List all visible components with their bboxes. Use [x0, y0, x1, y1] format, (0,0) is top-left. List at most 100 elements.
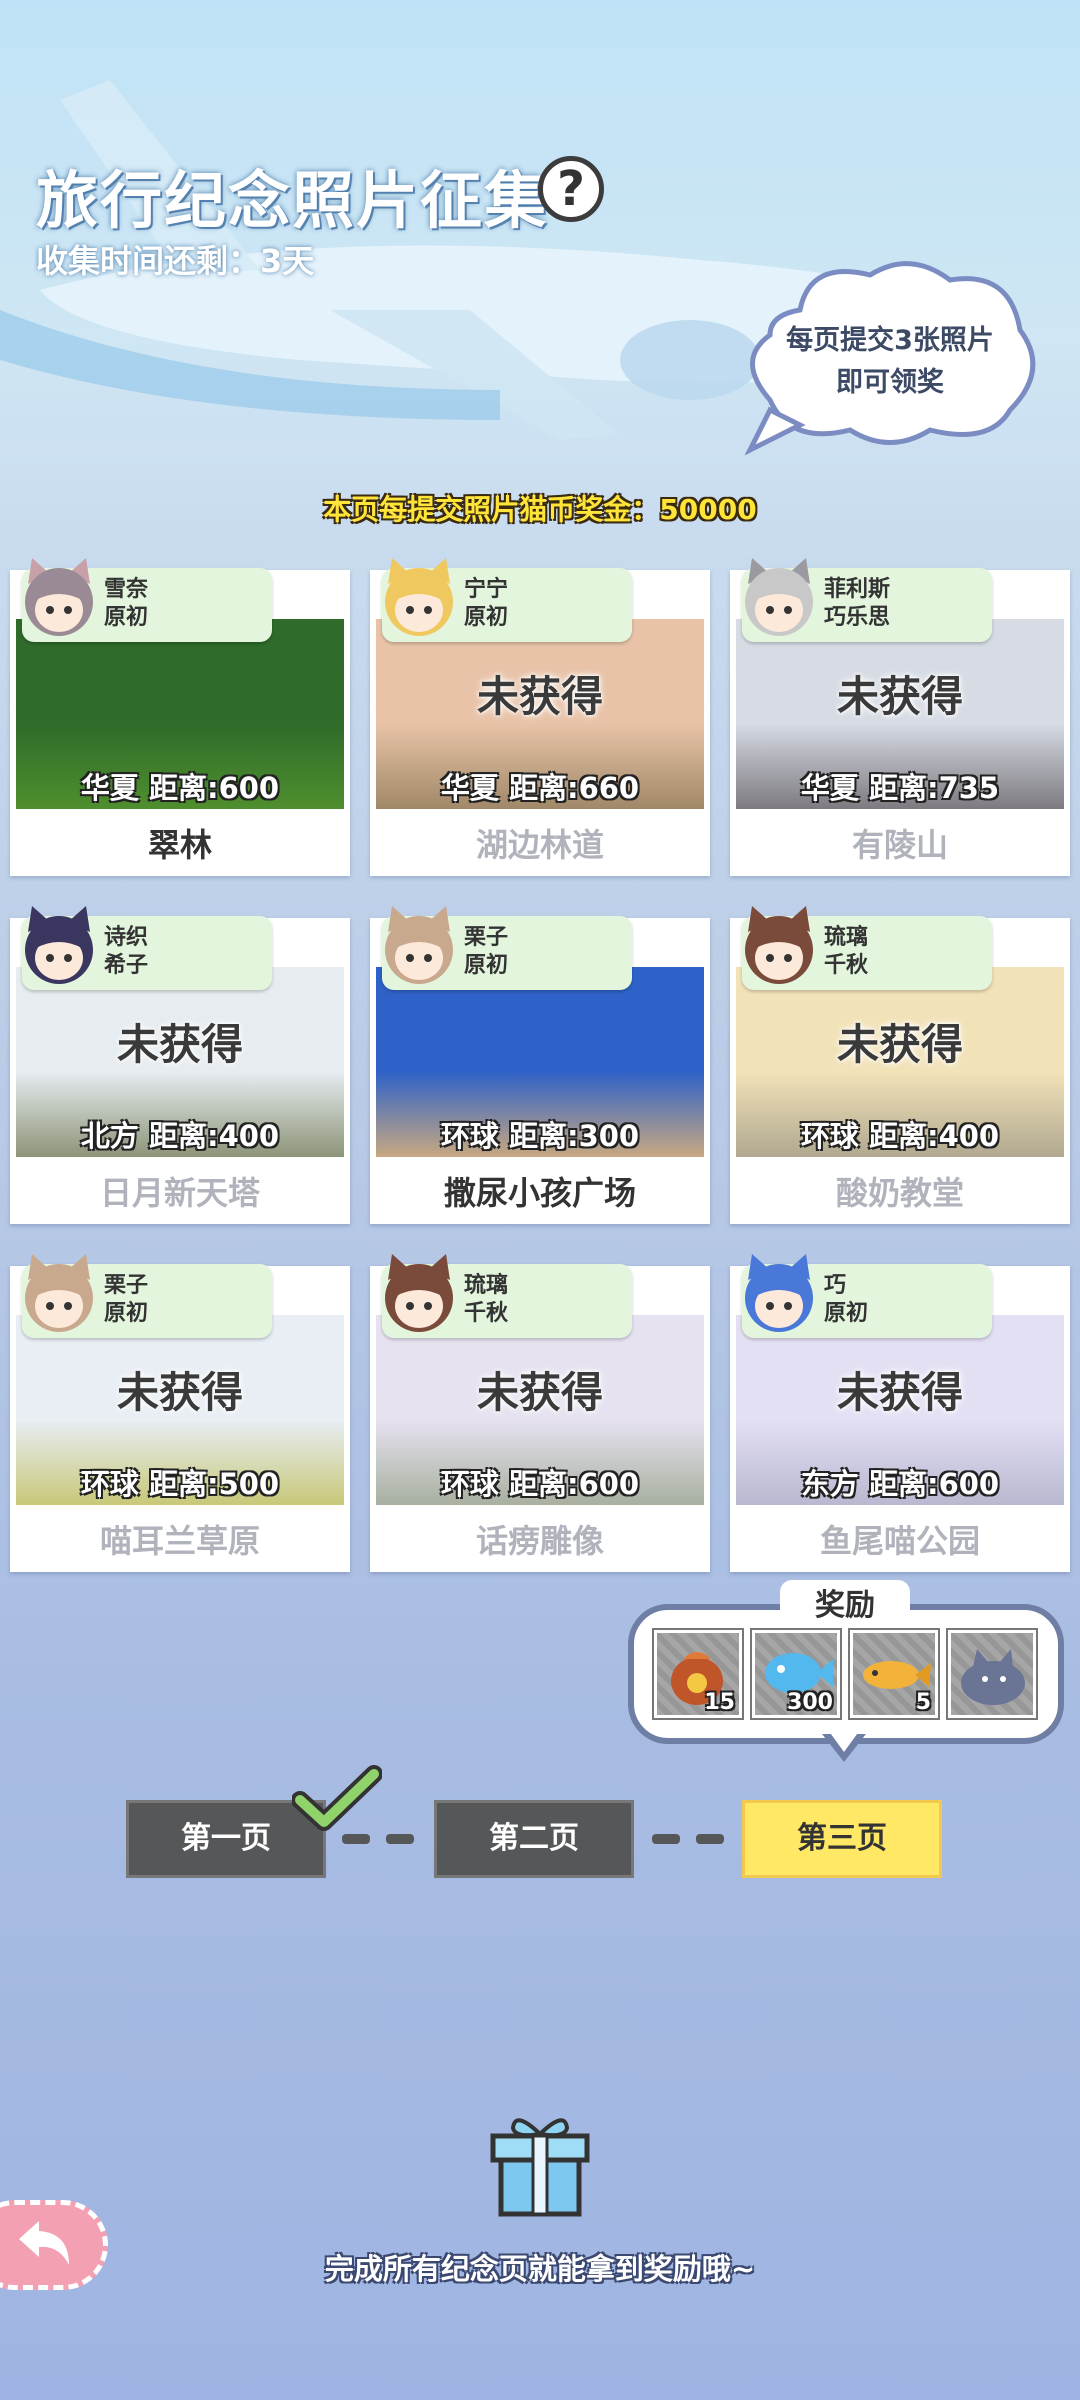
photo-thumbnail: 未获得华夏 距离:735	[736, 619, 1064, 809]
page-connector	[696, 1834, 724, 1844]
distance-label: 华夏 距离:660	[440, 771, 640, 805]
photo-card[interactable]: 未获得 华夏 距离:735 菲利斯 巧乐思 有陵山	[730, 558, 1070, 876]
photo-card[interactable]: 未获得 东方 距离:600 巧原初 鱼尾喵公园	[730, 1254, 1070, 1572]
character-name-line1: 诗织	[104, 925, 149, 950]
character-name: 栗子 原初	[464, 924, 508, 980]
character-avatar-icon	[385, 558, 453, 636]
place-name: 鱼尾喵公园	[819, 1522, 980, 1560]
character-avatar-icon	[745, 1254, 813, 1332]
photo-card[interactable]: 华夏 距离:600 雪奈 原初翠林	[10, 558, 350, 876]
tip-cloud-text: 每页提交3张照片 即可领奖	[740, 320, 1040, 404]
character-avatar-icon	[25, 906, 93, 984]
character-tag: 巧原初	[742, 1254, 992, 1338]
distance-label: 北方 距离:400	[80, 1119, 280, 1153]
photo-card[interactable]: 未获得 环球 距离:600 琉璃 千秋 话痨雕像	[370, 1254, 710, 1572]
character-name-line1: 栗子	[464, 925, 509, 950]
character-tag: 雪奈 原初	[22, 558, 272, 642]
not-obtained-label: 未获得	[836, 1020, 963, 1069]
place-name: 话痨雕像	[475, 1522, 604, 1560]
place-name: 湖边林道	[475, 826, 604, 864]
time-remaining: 收集时间还剩：3天	[36, 242, 315, 280]
character-name-line1: 宁宁	[464, 577, 509, 602]
character-avatar-icon	[25, 558, 93, 636]
distance-label: 华夏 距离:735	[800, 771, 1000, 805]
not-obtained-label: 未获得	[116, 1020, 243, 1069]
footer-hint: 完成所有纪念页就能拿到奖励哦~	[324, 2252, 756, 2286]
distance-label: 环球 距离:600	[440, 1467, 640, 1501]
character-name-line1: 巧	[824, 1273, 847, 1298]
place-name: 有陵山	[851, 826, 948, 864]
distance-label: 环球 距离:300	[440, 1119, 640, 1153]
character-avatar-icon	[25, 1254, 93, 1332]
place-name: 喵耳兰草原	[99, 1522, 260, 1560]
character-tag: 栗子 原初	[22, 1254, 272, 1338]
photo-thumbnail: 未获得东方 距离:600	[736, 1315, 1064, 1505]
gift-box-icon[interactable]	[485, 2110, 595, 2220]
reward-slot-blue-fish[interactable]: 300	[752, 1630, 840, 1718]
not-obtained-label: 未获得	[836, 1368, 963, 1417]
character-avatar-icon	[745, 558, 813, 636]
photo-card[interactable]: 未获得 北方 距离:400 诗织 希子 日月新天塔	[10, 906, 350, 1224]
character-name: 诗织 希子	[104, 924, 148, 980]
not-obtained-label: 未获得	[836, 672, 963, 721]
bonus-banner: 本页每提交照片猫币奖金：50000	[323, 493, 757, 526]
character-name-line2: 希子	[104, 953, 149, 978]
photo-thumbnail: 未获得环球 距离:400	[736, 967, 1064, 1157]
photo-thumbnail: 环球 距离:300	[376, 967, 704, 1157]
character-avatar-icon	[745, 906, 813, 984]
reward-count: 5	[915, 1690, 931, 1715]
place-name: 翠林	[147, 826, 212, 864]
character-avatar-icon	[385, 1254, 453, 1332]
character-name-line2: 千秋	[464, 1301, 509, 1326]
page-connector	[652, 1834, 680, 1844]
character-tag: 琉璃 千秋	[382, 1254, 632, 1338]
photo-card[interactable]: 环球 距离:300 栗子 原初 撒尿小孩广场	[370, 906, 710, 1224]
character-tag: 宁宁 原初	[382, 558, 632, 642]
reward-slot-cat-plush[interactable]	[948, 1630, 1036, 1718]
reward-count: 15	[704, 1690, 735, 1715]
photo-thumbnail: 未获得华夏 距离:660	[376, 619, 704, 809]
character-name: 栗子 原初	[104, 1272, 148, 1328]
distance-label: 环球 距离:500	[80, 1467, 280, 1501]
distance-label: 环球 距离:400	[800, 1119, 1000, 1153]
character-name: 雪奈 原初	[104, 576, 148, 632]
page-two-button[interactable]: 第二页	[434, 1800, 634, 1878]
photo-card[interactable]: 未获得 环球 距离:400 琉璃 千秋 酸奶教堂	[730, 906, 1070, 1224]
character-name-line1: 栗子	[104, 1273, 149, 1298]
character-name-line1: 琉璃	[464, 1273, 509, 1298]
page-title: 旅行纪念照片征集	[36, 164, 549, 237]
character-name-line2: 原初	[104, 1301, 149, 1326]
place-name: 酸奶教堂	[835, 1174, 964, 1212]
character-name-line2: 千秋	[824, 953, 869, 978]
character-name: 琉璃 千秋	[464, 1272, 508, 1328]
reward-title: 奖励	[780, 1580, 910, 1624]
character-tag: 栗子 原初	[382, 906, 632, 990]
not-obtained-label: 未获得	[476, 672, 603, 721]
character-name-line1: 琉璃	[824, 925, 869, 950]
help-button[interactable]: ?	[538, 156, 604, 222]
character-name: 琉璃 千秋	[824, 924, 868, 980]
photo-card[interactable]: 未获得 环球 距离:500 栗子 原初 喵耳兰草原	[10, 1254, 350, 1572]
photo-thumbnail: 未获得北方 距离:400	[16, 967, 344, 1157]
photo-thumbnail: 华夏 距离:600	[16, 619, 344, 809]
reward-slot-golden-fish[interactable]: 5	[850, 1630, 938, 1718]
character-name-line1: 菲利斯	[824, 577, 891, 602]
page-connector	[342, 1834, 370, 1844]
not-obtained-label: 未获得	[476, 1368, 603, 1417]
place-name: 日月新天塔	[99, 1174, 260, 1212]
character-name: 巧原初	[824, 1272, 868, 1328]
check-icon	[292, 1765, 382, 1831]
character-tag: 菲利斯 巧乐思	[742, 558, 992, 642]
character-name: 宁宁 原初	[464, 576, 508, 632]
cat-plush-icon	[961, 1649, 1025, 1705]
page-three-button[interactable]: 第三页	[742, 1800, 942, 1878]
photo-card[interactable]: 未获得 华夏 距离:660 宁宁 原初 湖边林道	[370, 558, 710, 876]
photo-thumbnail: 未获得环球 距离:600	[376, 1315, 704, 1505]
tip-line-1: 每页提交3张照片	[786, 325, 994, 356]
character-name-line2: 巧乐思	[824, 605, 891, 630]
reward-pointer-inner	[828, 1730, 860, 1752]
character-name-line2: 原初	[824, 1301, 869, 1326]
tip-line-2: 即可领奖	[836, 367, 944, 398]
reward-slot-coin-bag[interactable]: 15	[654, 1630, 742, 1718]
distance-label: 东方 距离:600	[800, 1467, 1000, 1501]
